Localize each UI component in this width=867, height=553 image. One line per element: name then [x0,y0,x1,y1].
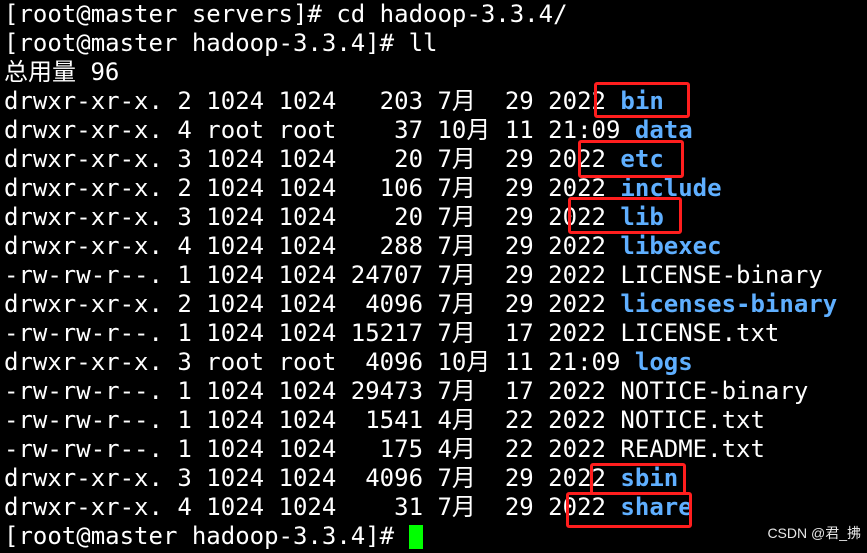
listing-row: drwxr-xr-x. 4 1024 1024 288 7月 29 2022 l… [4,232,867,261]
file-name: NOTICE.txt [620,406,765,434]
line-text: [root@master hadoop-3.3.4]# ll [4,29,438,57]
highlight-box-etc [578,140,684,178]
listing-row: drwxr-xr-x. 3 1024 1024 4096 7月 29 2022 … [4,464,867,493]
file-metadata: drwxr-xr-x. 2 1024 1024 4096 7月 29 2022 [4,290,621,318]
listing-row: drwxr-xr-x. 3 root root 4096 10月 11 21:0… [4,348,867,377]
file-metadata: drwxr-xr-x. 4 1024 1024 31 7月 29 2022 [4,493,621,521]
file-name: LICENSE-binary [620,261,823,289]
file-metadata: -rw-rw-r--. 1 1024 1024 29473 7月 17 2022 [4,377,621,405]
watermark-text: CSDN @君_拂 [767,525,861,541]
listing-row: drwxr-xr-x. 3 1024 1024 20 7月 29 2022 li… [4,203,867,232]
file-metadata: drwxr-xr-x. 3 1024 1024 4096 7月 29 2022 [4,464,621,492]
directory-name: logs [634,348,693,376]
file-metadata: -rw-rw-r--. 1 1024 1024 1541 4月 22 2022 [4,406,621,434]
total-line: 总用量 96 [4,58,867,87]
listing-row: -rw-rw-r--. 1 1024 1024 1541 4月 22 2022 … [4,406,867,435]
listing-row: -rw-rw-r--. 1 1024 1024 175 4月 22 2022 R… [4,435,867,464]
file-metadata: -rw-rw-r--. 1 1024 1024 15217 7月 17 2022 [4,319,621,347]
file-name: LICENSE.txt [620,319,780,347]
file-metadata: -rw-rw-r--. 1 1024 1024 175 4月 22 2022 [4,435,621,463]
terminal-cursor [408,525,423,549]
line-text: 总用量 96 [4,58,120,86]
listing-row: drwxr-xr-x. 4 1024 1024 31 7月 29 2022 sh… [4,493,867,522]
file-metadata: -rw-rw-r--. 1 1024 1024 24707 7月 29 2022 [4,261,621,289]
listing-row: drwxr-xr-x. 4 root root 37 10月 11 21:09 … [4,116,867,145]
terminal-output[interactable]: [root@master servers]# cd hadoop-3.3.4/ … [4,0,867,551]
file-metadata: drwxr-xr-x. 4 root root 37 10月 11 21:09 [4,116,635,144]
directory-name: libexec [620,232,722,260]
listing-row: -rw-rw-r--. 1 1024 1024 24707 7月 29 2022… [4,261,867,290]
highlight-box-sbin [590,463,686,495]
file-metadata: drwxr-xr-x. 3 1024 1024 20 7月 29 2022 [4,145,621,173]
listing-row: -rw-rw-r--. 1 1024 1024 29473 7月 17 2022… [4,377,867,406]
file-metadata: drwxr-xr-x. 3 root root 4096 10月 11 21:0… [4,348,635,376]
command-line: [root@master servers]# cd hadoop-3.3.4/ [4,0,867,29]
command-line: [root@master hadoop-3.3.4]# ll [4,29,867,58]
prompt-line[interactable]: [root@master hadoop-3.3.4]# [4,522,867,551]
listing-row: drwxr-xr-x. 2 1024 1024 203 7月 29 2022 b… [4,87,867,116]
highlight-box-bin [594,82,690,118]
listing-row: drwxr-xr-x. 2 1024 1024 4096 7月 29 2022 … [4,290,867,319]
listing-row: drwxr-xr-x. 3 1024 1024 20 7月 29 2022 et… [4,145,867,174]
file-metadata: drwxr-xr-x. 3 1024 1024 20 7月 29 2022 [4,203,621,231]
highlight-box-lib [568,197,682,234]
file-metadata: drwxr-xr-x. 4 1024 1024 288 7月 29 2022 [4,232,621,260]
directory-name: licenses-binary [620,290,838,318]
file-name: README.txt [620,435,765,463]
highlight-box-share [566,492,692,528]
file-metadata: drwxr-xr-x. 2 1024 1024 106 7月 29 2022 [4,174,621,202]
file-name: NOTICE-binary [620,377,809,405]
line-text: [root@master servers]# cd hadoop-3.3.4/ [4,0,568,28]
listing-row: -rw-rw-r--. 1 1024 1024 15217 7月 17 2022… [4,319,867,348]
file-metadata: drwxr-xr-x. 2 1024 1024 203 7月 29 2022 [4,87,621,115]
prompt-text: [root@master hadoop-3.3.4]# [4,522,409,550]
listing-row: drwxr-xr-x. 2 1024 1024 106 7月 29 2022 i… [4,174,867,203]
